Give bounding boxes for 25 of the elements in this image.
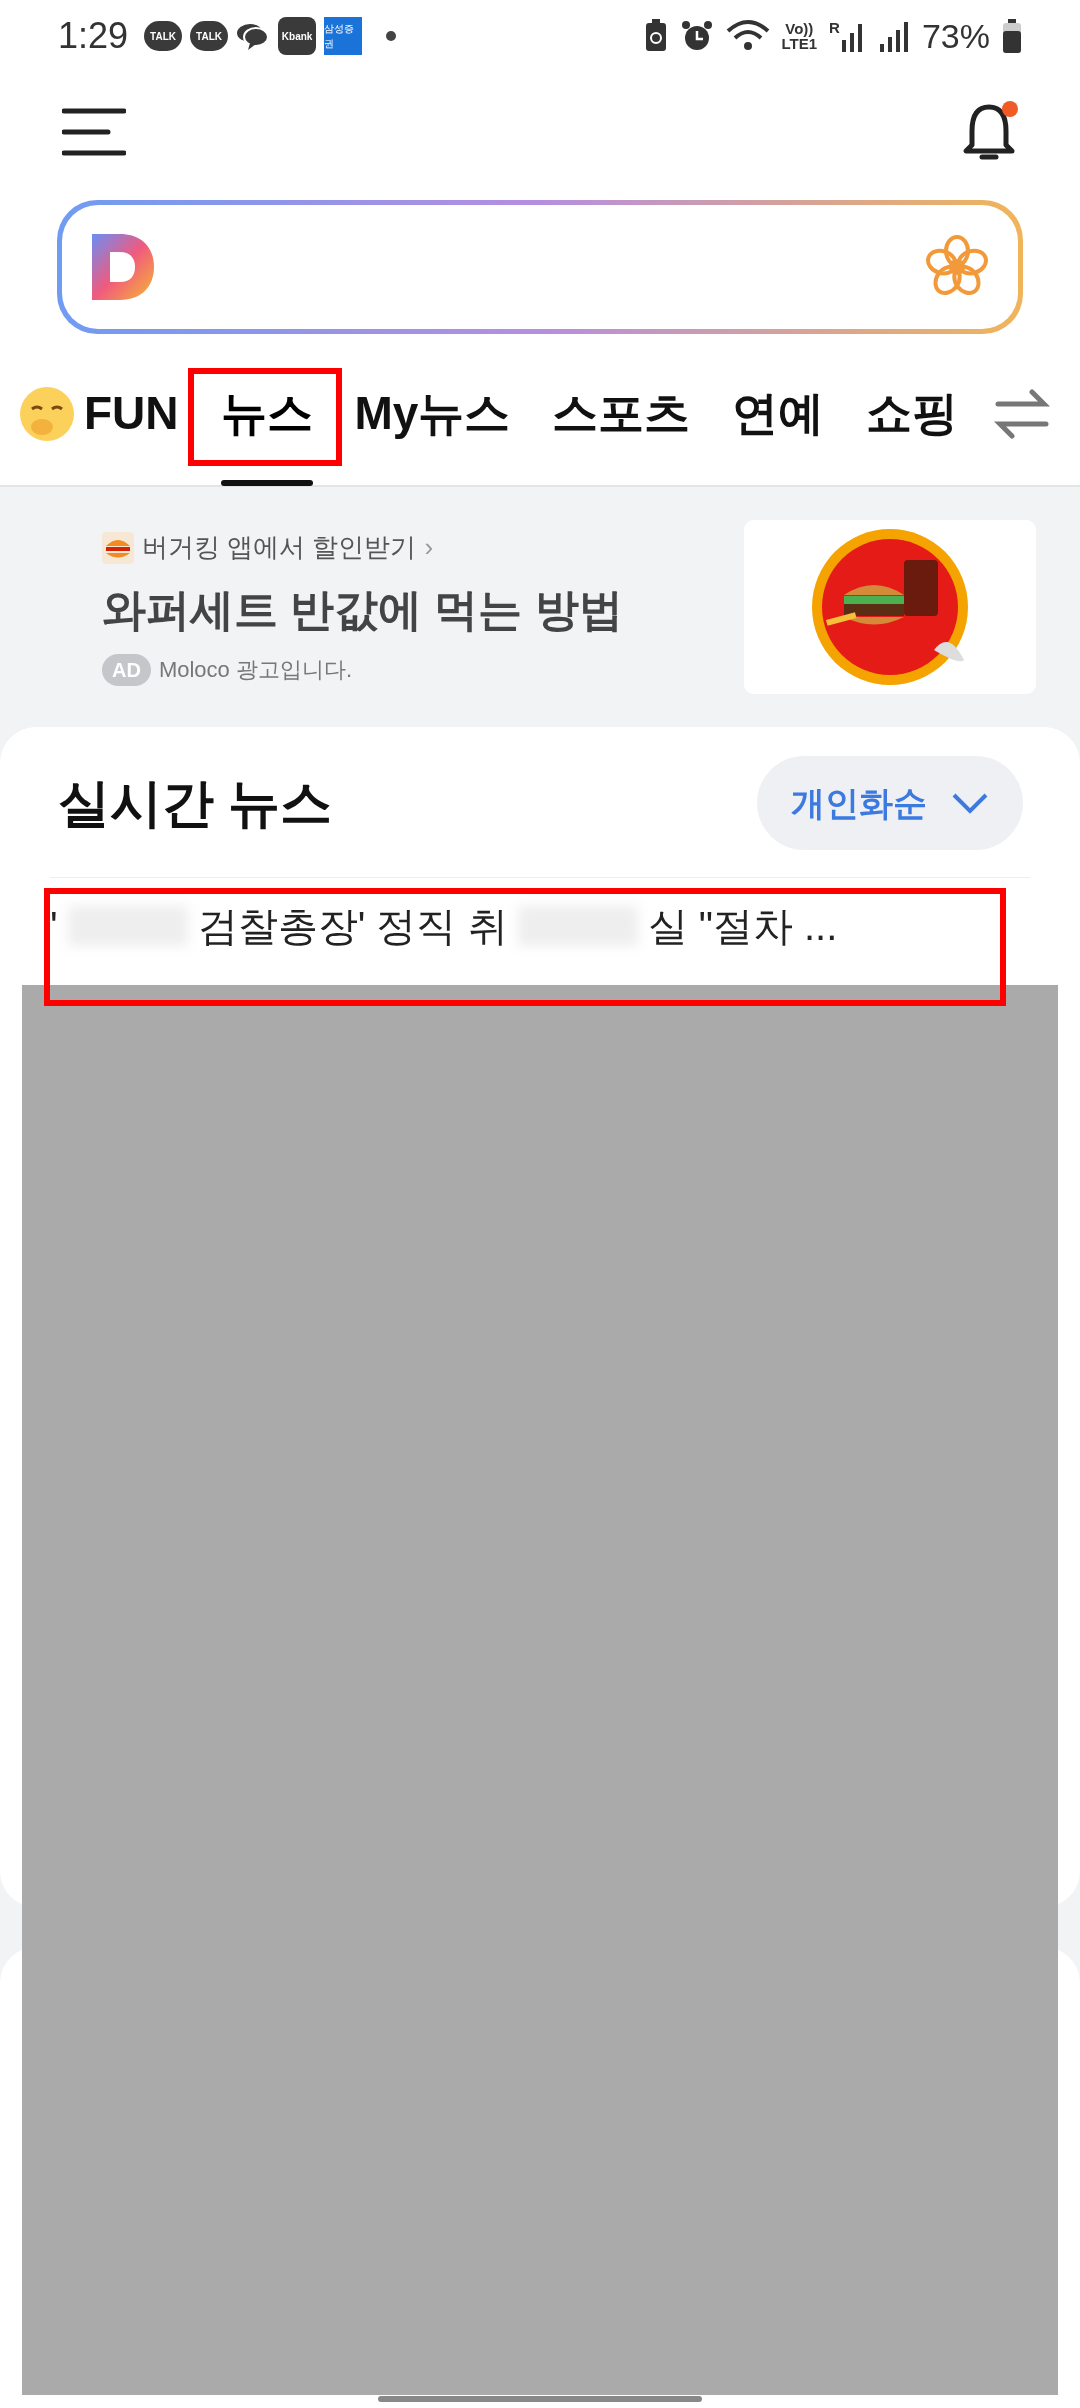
brokerage-app-icon: 삼성증권 bbox=[324, 17, 363, 55]
category-tab[interactable]: 쇼핑 bbox=[866, 341, 959, 486]
category-tab[interactable]: My뉴스 bbox=[354, 341, 511, 486]
battery-percent: 73% bbox=[921, 15, 990, 57]
ad-source-link[interactable]: 버거킹 앱에서 할인받기 bbox=[142, 528, 417, 567]
status-time: 1:29 bbox=[58, 14, 129, 58]
volte-label: Vo)) bbox=[785, 21, 814, 36]
category-tab[interactable]: 스포츠 bbox=[552, 341, 691, 486]
lte-label: LTE1 bbox=[781, 36, 818, 51]
ad-headline[interactable]: 와퍼세트 반값에 먹는 방법 bbox=[102, 577, 623, 643]
sort-dropdown[interactable]: 개인화순 bbox=[757, 756, 1023, 850]
category-tab[interactable]: 뉴스 bbox=[220, 341, 313, 486]
news-headline[interactable]: ' bbox=[50, 895, 58, 956]
chevron-right-icon: › bbox=[424, 528, 434, 567]
roaming-label: R bbox=[829, 20, 840, 35]
section-title: 실시간 뉴스 bbox=[58, 773, 333, 834]
talk-icon: TALK bbox=[190, 21, 229, 51]
category-tab[interactable]: FUN bbox=[84, 341, 179, 486]
advertiser-label: Moloco 광고입니다. bbox=[158, 656, 353, 684]
news-headline[interactable]: 검찰총장' 정직 취 bbox=[197, 895, 508, 956]
ad-badge: AD bbox=[102, 653, 151, 686]
talk-icon: TALK bbox=[144, 21, 183, 51]
category-tab[interactable]: 연예 bbox=[732, 341, 825, 486]
news-headline[interactable]: 실 "절차 ... bbox=[647, 895, 838, 956]
bank-app-icon: Kbank bbox=[278, 17, 317, 55]
